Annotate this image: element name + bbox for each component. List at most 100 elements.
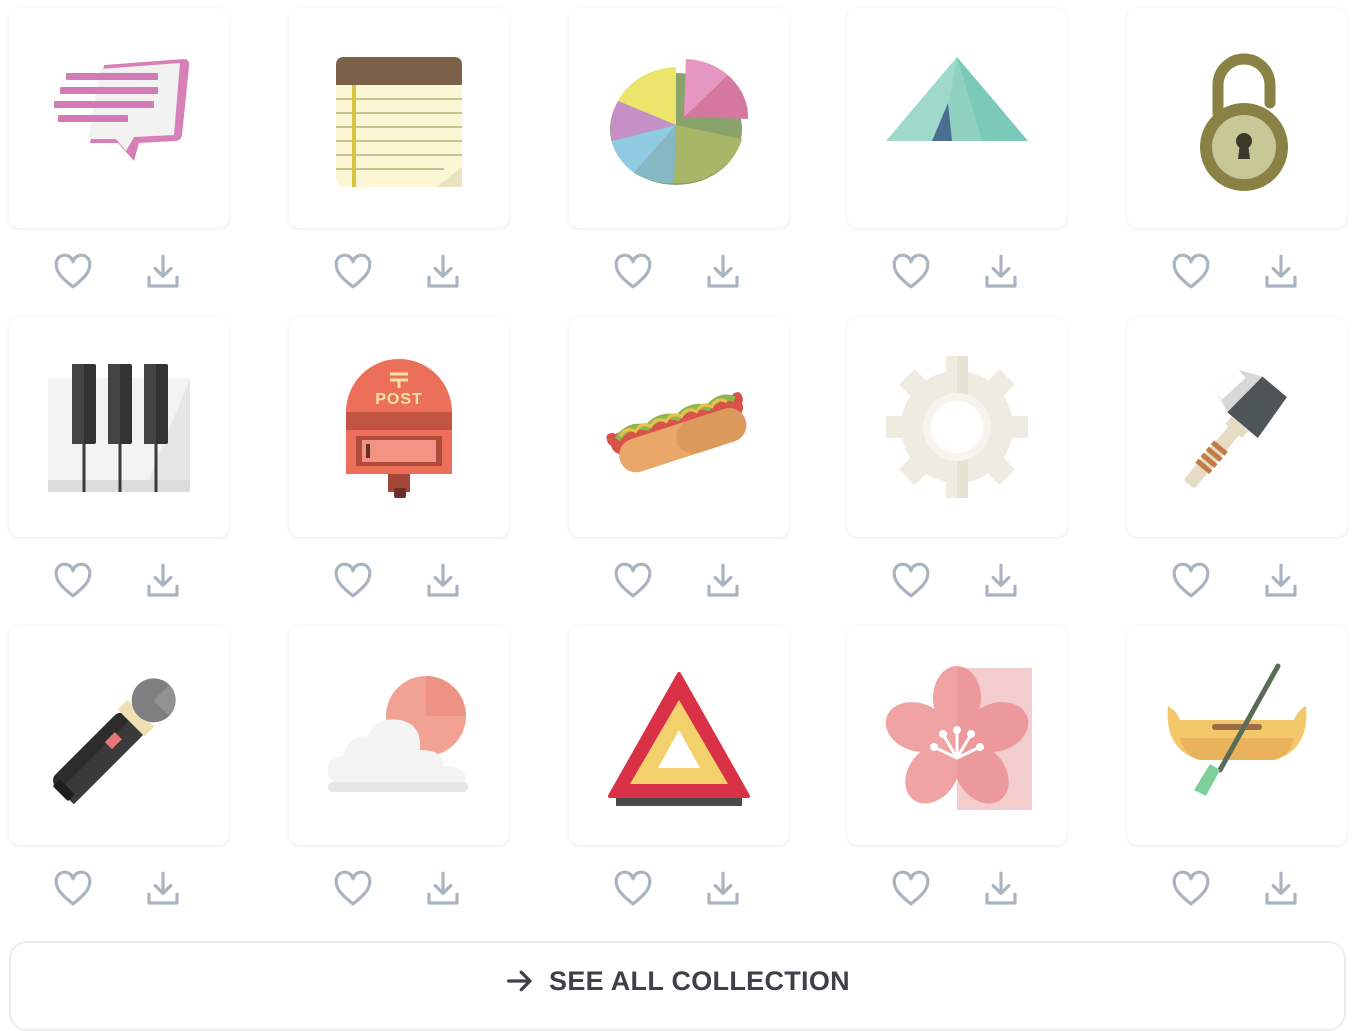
heart-icon: [614, 253, 652, 289]
download-icon: [985, 871, 1017, 905]
hot-dog-icon: [606, 392, 747, 473]
icon-item: [1127, 317, 1347, 598]
download-button[interactable]: [697, 551, 749, 611]
download-icon: [147, 254, 179, 288]
download-button[interactable]: [697, 242, 749, 302]
icon-card[interactable]: [9, 317, 229, 537]
cloud-sun-icon: [328, 676, 468, 792]
icon-card[interactable]: [289, 8, 509, 228]
icon-card[interactable]: [847, 625, 1067, 845]
download-icon: [147, 871, 179, 905]
like-button[interactable]: [885, 551, 937, 611]
download-button[interactable]: [975, 242, 1027, 302]
like-button[interactable]: [47, 859, 99, 919]
heart-icon: [1172, 870, 1210, 906]
heart-icon: [1172, 562, 1210, 598]
download-icon: [707, 871, 739, 905]
like-button[interactable]: [47, 242, 99, 302]
like-button[interactable]: [607, 242, 659, 302]
like-button[interactable]: [885, 242, 937, 302]
icon-item: [847, 8, 1067, 289]
download-button[interactable]: [697, 859, 749, 919]
heart-icon: [54, 870, 92, 906]
like-button[interactable]: [607, 551, 659, 611]
warning-triangle-icon: [608, 672, 750, 806]
tent-icon: [886, 57, 1028, 141]
icon-item: [9, 317, 229, 598]
icon-item: [9, 625, 229, 906]
download-button[interactable]: [417, 859, 469, 919]
icon-card[interactable]: [847, 317, 1067, 537]
icon-card[interactable]: POST: [289, 317, 509, 537]
see-all-label: SEE ALL COLLECTION: [549, 966, 850, 996]
icon-card[interactable]: [1127, 317, 1347, 537]
like-button[interactable]: [47, 551, 99, 611]
like-button[interactable]: [1165, 551, 1217, 611]
icon-item: [569, 625, 789, 906]
icon-item: [847, 317, 1067, 598]
gear-icon: [886, 356, 1028, 498]
icon-card[interactable]: [289, 625, 509, 845]
icon-item: [9, 8, 229, 289]
icon-item: [289, 8, 509, 289]
icon-card[interactable]: [1127, 8, 1347, 228]
microphone-icon: [53, 678, 176, 805]
svg-text:POST: POST: [375, 391, 423, 408]
post-box-icon: POST: [346, 359, 452, 498]
icon-item: [289, 625, 509, 906]
like-button[interactable]: [327, 242, 379, 302]
icon-item: [569, 8, 789, 289]
notepad-icon: [336, 57, 462, 187]
download-button[interactable]: [417, 551, 469, 611]
download-icon: [707, 563, 739, 597]
heart-icon: [614, 870, 652, 906]
like-button[interactable]: [1165, 242, 1217, 302]
pie-chart-icon: [610, 59, 749, 185]
download-icon: [1265, 254, 1297, 288]
heart-icon: [892, 253, 930, 289]
download-button[interactable]: [1255, 551, 1307, 611]
download-button[interactable]: [137, 859, 189, 919]
download-button[interactable]: [137, 242, 189, 302]
heart-icon: [892, 562, 930, 598]
heart-icon: [614, 562, 652, 598]
canoe-icon: [1167, 663, 1307, 796]
icon-card[interactable]: [847, 8, 1067, 228]
download-icon: [985, 563, 1017, 597]
icon-card[interactable]: [569, 625, 789, 845]
arrow-right-icon: [507, 970, 532, 992]
axe-icon: [1184, 370, 1287, 488]
download-icon: [1265, 871, 1297, 905]
icon-card[interactable]: [1127, 625, 1347, 845]
see-all-collection-button[interactable]: SEE ALL COLLECTION: [9, 941, 1346, 1031]
cherry-blossom-icon: [885, 666, 1032, 810]
download-button[interactable]: [137, 551, 189, 611]
download-button[interactable]: [975, 551, 1027, 611]
download-button[interactable]: [417, 242, 469, 302]
heart-icon: [334, 870, 372, 906]
icon-card[interactable]: [569, 8, 789, 228]
download-icon: [427, 254, 459, 288]
icon-grid: POST: [0, 0, 1357, 930]
download-icon: [1265, 563, 1297, 597]
download-button[interactable]: [1255, 859, 1307, 919]
like-button[interactable]: [327, 551, 379, 611]
icon-item: [1127, 8, 1347, 289]
download-button[interactable]: [1255, 242, 1307, 302]
like-button[interactable]: [327, 859, 379, 919]
like-button[interactable]: [1165, 859, 1217, 919]
icon-card[interactable]: [9, 8, 229, 228]
like-button[interactable]: [885, 859, 937, 919]
heart-icon: [54, 562, 92, 598]
download-button[interactable]: [975, 859, 1027, 919]
icon-item: [847, 625, 1067, 906]
icon-item: POST: [289, 317, 509, 598]
icon-item: [1127, 625, 1347, 906]
like-button[interactable]: [607, 859, 659, 919]
heart-icon: [892, 870, 930, 906]
icon-card[interactable]: [9, 625, 229, 845]
heart-icon: [1172, 253, 1210, 289]
icon-card[interactable]: [569, 317, 789, 537]
download-icon: [147, 563, 179, 597]
download-icon: [427, 563, 459, 597]
